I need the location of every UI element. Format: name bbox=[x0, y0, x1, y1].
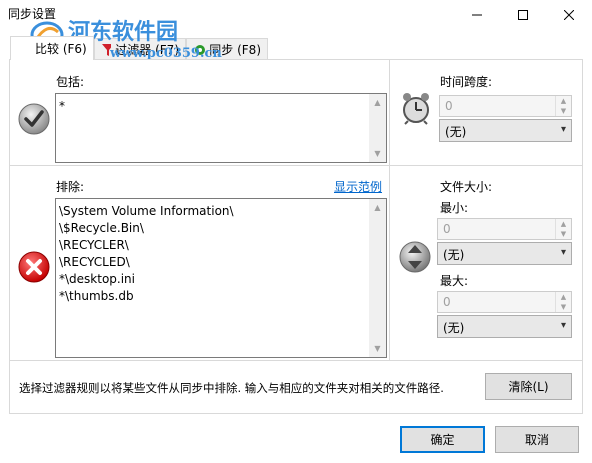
max-size-unit-value: (无) bbox=[443, 321, 465, 335]
min-size-spinbox[interactable]: 0 ▲ ▼ bbox=[437, 218, 572, 240]
filter-rule-line: \RECYCLED\ bbox=[59, 255, 130, 269]
filter-rule-line: \System Volume Information\ bbox=[59, 204, 234, 218]
filter-hint-text: 选择过滤器规则以将某些文件从同步中排除. 输入与相应的文件夹对相关的文件路径. bbox=[19, 381, 444, 395]
close-icon bbox=[564, 10, 574, 20]
alarm-clock-icon bbox=[403, 93, 429, 125]
filter-rule-line: \$Recycle.Bin\ bbox=[59, 221, 144, 235]
close-button[interactable] bbox=[546, 0, 592, 30]
filter-rule-line: * bbox=[59, 99, 65, 113]
maximize-button[interactable] bbox=[500, 0, 546, 30]
include-label: 包括: bbox=[56, 75, 85, 89]
exclude-label: 排除: bbox=[56, 180, 85, 194]
max-size-unit-select[interactable]: (无) ▾ bbox=[437, 315, 572, 338]
chevron-down-icon: ▾ bbox=[560, 320, 566, 331]
max-size-value: 0 bbox=[443, 295, 451, 309]
chevron-down-icon: ▾ bbox=[560, 124, 566, 135]
horizontal-divider bbox=[10, 165, 582, 166]
minimize-button[interactable] bbox=[454, 0, 500, 30]
filter-rule-line: \RECYCLER\ bbox=[59, 238, 129, 252]
exclude-textarea[interactable]: \System Volume Information\ \$Recycle.Bin… bbox=[55, 198, 387, 358]
time-span-label: 时间跨度: bbox=[440, 75, 493, 89]
include-check-icon bbox=[18, 103, 50, 135]
time-span-unit-select[interactable]: (无) ▾ bbox=[439, 119, 572, 142]
include-lines: * bbox=[59, 98, 65, 115]
cancel-button[interactable]: 取消 bbox=[495, 426, 579, 453]
vertical-divider bbox=[389, 60, 390, 360]
min-size-value: 0 bbox=[443, 222, 451, 236]
time-span-unit-value: (无) bbox=[445, 125, 467, 139]
clear-button[interactable]: 清除(L) bbox=[485, 373, 572, 400]
file-size-label: 文件大小: bbox=[440, 180, 493, 194]
maximize-icon bbox=[518, 10, 528, 20]
filter-rule-line: *\desktop.ini bbox=[59, 272, 135, 286]
size-updown-icon bbox=[399, 241, 431, 273]
show-example-link[interactable]: 显示范例 bbox=[334, 178, 382, 195]
min-size-label: 最小: bbox=[440, 201, 469, 215]
tab-compare[interactable]: 比较 (F6) bbox=[10, 36, 94, 60]
exclude-lines: \System Volume Information\ \$Recycle.Bin… bbox=[59, 203, 234, 305]
min-size-spin-arrows[interactable]: ▲ ▼ bbox=[555, 219, 571, 239]
include-textarea[interactable]: * ▲ ▼ bbox=[55, 93, 387, 163]
max-size-label: 最大: bbox=[440, 274, 469, 288]
max-size-spin-arrows[interactable]: ▲ ▼ bbox=[555, 292, 571, 312]
time-span-value: 0 bbox=[445, 99, 453, 113]
tab-compare-label: 比较 (F6) bbox=[35, 42, 87, 56]
exclude-scrollbar[interactable]: ▲ ▼ bbox=[369, 199, 386, 357]
min-size-unit-value: (无) bbox=[443, 248, 465, 262]
include-scrollbar[interactable]: ▲ ▼ bbox=[369, 94, 386, 162]
filter-rule-line: *\thumbs.db bbox=[59, 289, 134, 303]
time-span-spinbox[interactable]: 0 ▲ ▼ bbox=[439, 95, 572, 117]
compare-icon bbox=[17, 42, 31, 56]
chevron-down-icon: ▾ bbox=[560, 247, 566, 258]
time-span-spin-arrows[interactable]: ▲ ▼ bbox=[555, 96, 571, 116]
minimize-icon bbox=[472, 14, 482, 16]
exclude-x-icon bbox=[18, 251, 50, 283]
min-size-unit-select[interactable]: (无) ▾ bbox=[437, 242, 572, 265]
ok-button[interactable]: 确定 bbox=[400, 426, 485, 453]
max-size-spinbox[interactable]: 0 ▲ ▼ bbox=[437, 291, 572, 313]
bottom-divider bbox=[10, 360, 582, 361]
